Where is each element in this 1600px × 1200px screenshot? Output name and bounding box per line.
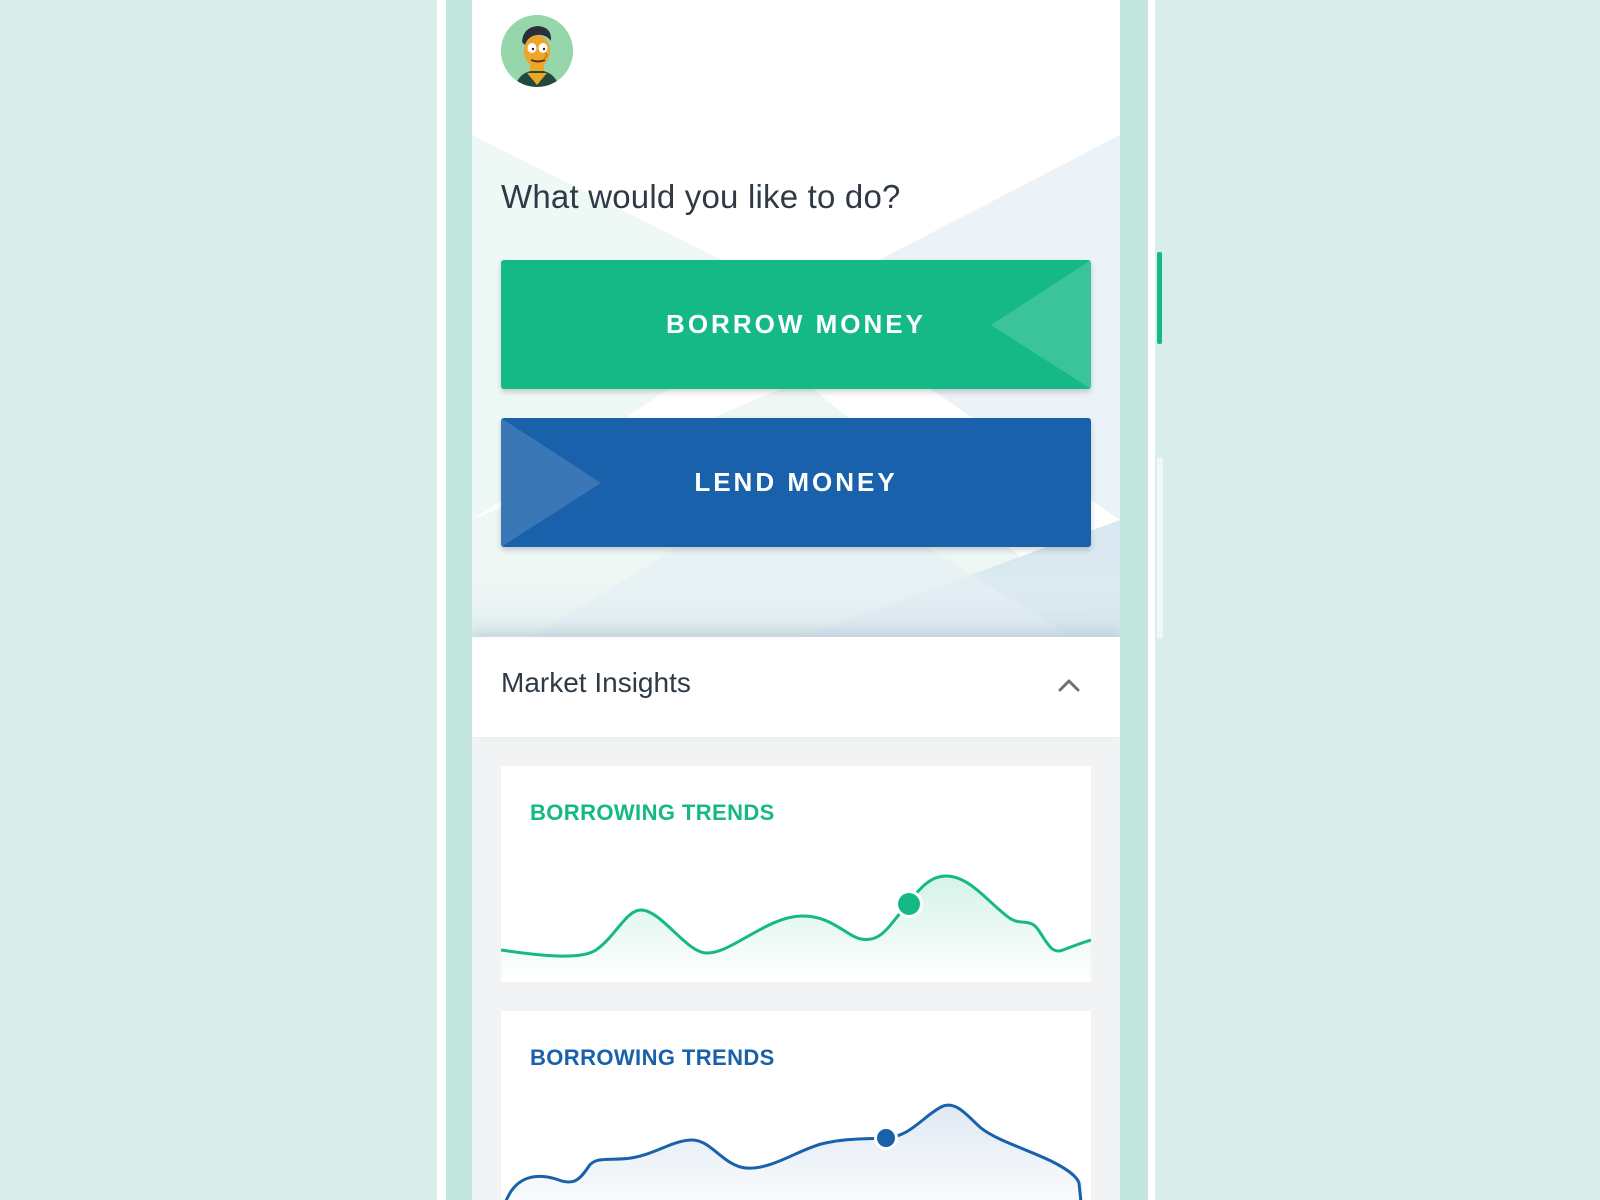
lend-money-button[interactable]: LEND MONEY bbox=[501, 418, 1091, 547]
user-avatar-icon[interactable] bbox=[501, 15, 573, 87]
market-insights-header[interactable]: Market Insights bbox=[472, 637, 1120, 737]
trend-sparkline bbox=[501, 874, 1091, 982]
market-insights-title: Market Insights bbox=[501, 667, 691, 698]
side-panel-edge bbox=[1157, 458, 1163, 638]
borrow-money-button[interactable]: BORROW MONEY bbox=[501, 260, 1091, 389]
side-button-accent bbox=[1157, 252, 1162, 344]
lend-money-label: LEND MONEY bbox=[694, 467, 898, 497]
app-screen: What would you like to do? BORROW MONEY … bbox=[472, 0, 1120, 1200]
trend-sparkline bbox=[504, 1103, 1083, 1200]
chevron-up-icon[interactable] bbox=[1056, 675, 1082, 697]
button-decoration bbox=[501, 418, 601, 547]
sparkline-marker-dot bbox=[898, 893, 920, 915]
sparkline-area bbox=[506, 1105, 1083, 1200]
hero-section: What would you like to do? BORROW MONEY … bbox=[472, 0, 1120, 637]
borrow-money-label: BORROW MONEY bbox=[666, 309, 926, 339]
button-decoration bbox=[991, 260, 1091, 389]
borrowing-trends-card-secondary[interactable]: BORROWING TRENDS bbox=[501, 1011, 1091, 1200]
borrowing-trends-card[interactable]: BORROWING TRENDS bbox=[501, 766, 1091, 982]
sparkline-marker-dot bbox=[877, 1129, 895, 1147]
app-viewport: What would you like to do? BORROW MONEY … bbox=[0, 0, 1600, 1200]
phone-frame-edge bbox=[1148, 0, 1155, 1200]
page-prompt: What would you like to do? bbox=[501, 178, 901, 215]
sparkline-area bbox=[501, 876, 1091, 982]
